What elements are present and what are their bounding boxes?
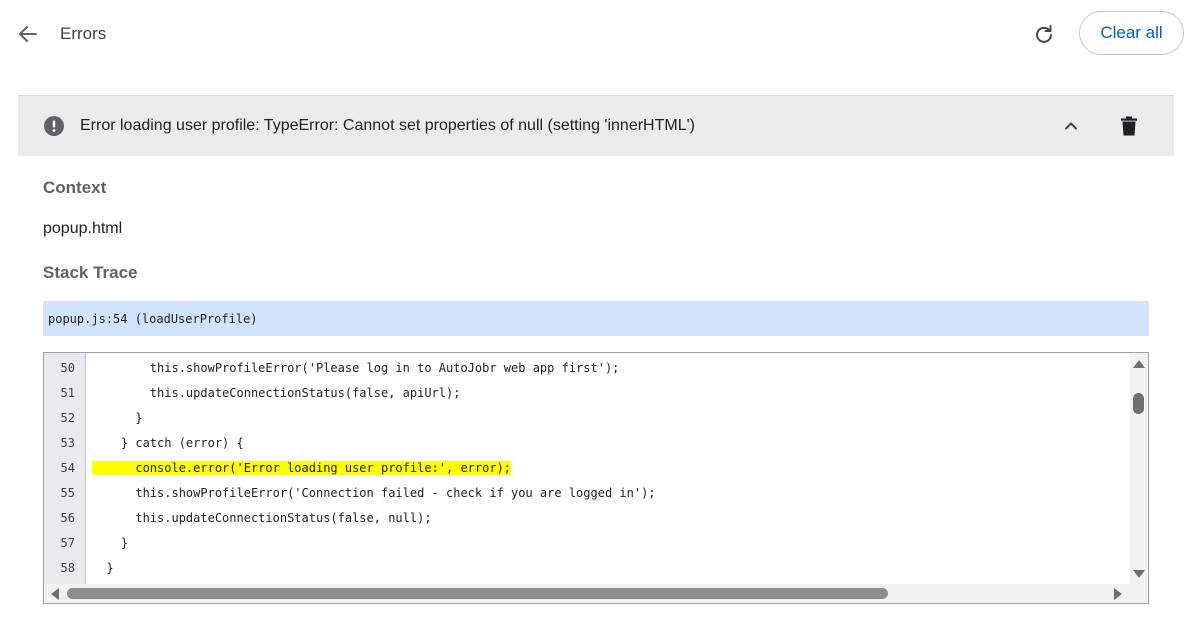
code-line: } catch (error) { xyxy=(92,436,244,450)
line-number: 57 xyxy=(60,536,75,550)
line-number: 53 xyxy=(60,436,75,450)
line-number: 51 xyxy=(60,386,75,400)
error-icon xyxy=(44,116,64,136)
scroll-right-icon[interactable] xyxy=(1114,588,1122,600)
code-line: } xyxy=(92,536,129,550)
back-button[interactable] xyxy=(14,20,42,48)
line-number: 50 xyxy=(60,361,75,375)
chevron-up-icon xyxy=(1065,122,1077,130)
line-number: 52 xyxy=(60,411,75,425)
line-number: 56 xyxy=(60,511,75,525)
code-line: this.showProfileError('Connection failed… xyxy=(92,486,656,500)
vertical-scrollbar[interactable] xyxy=(1130,353,1148,584)
arrow-back-icon xyxy=(19,26,37,42)
line-number: 58 xyxy=(60,561,75,575)
page-title: Errors xyxy=(60,24,107,43)
code-line: } xyxy=(92,411,143,425)
scroll-left-icon[interactable] xyxy=(51,588,59,600)
horizontal-scrollbar[interactable] xyxy=(44,584,1148,603)
code-line: } xyxy=(92,561,114,575)
scroll-down-icon[interactable] xyxy=(1133,570,1145,578)
code-line: this.showProfileError('Please log in to … xyxy=(92,361,620,375)
top-bar: Errors Clear all xyxy=(0,0,1192,68)
line-number: 55 xyxy=(60,486,75,500)
refresh-icon xyxy=(1036,25,1052,43)
clear-all-button[interactable]: Clear all xyxy=(1079,11,1184,55)
reload-button[interactable] xyxy=(1029,19,1059,49)
code-line: this.updateConnectionStatus(false, apiUr… xyxy=(92,386,461,400)
code-line: this.updateConnectionStatus(false, null)… xyxy=(92,511,432,525)
context-value: popup.html xyxy=(43,220,123,237)
line-number: 54 xyxy=(60,461,75,475)
collapse-button[interactable] xyxy=(1059,114,1083,138)
trash-icon xyxy=(1121,116,1137,136)
stack-frame-item[interactable]: popup.js:54 (loadUserProfile) xyxy=(43,301,1149,336)
vertical-scroll-thumb[interactable] xyxy=(1133,393,1144,414)
error-message: Error loading user profile: TypeError: C… xyxy=(80,117,695,134)
code-viewer[interactable]: 50 51 52 53 54 55 56 57 58 this.showProfileError… xyxy=(43,352,1149,604)
horizontal-scroll-thumb[interactable] xyxy=(67,588,888,599)
delete-error-button[interactable] xyxy=(1117,113,1141,139)
scroll-up-icon[interactable] xyxy=(1133,360,1145,368)
scrollbar-corner xyxy=(1130,584,1148,603)
context-heading: Context xyxy=(43,178,107,197)
error-entry-header[interactable]: Error loading user profile: TypeError: C… xyxy=(18,95,1174,156)
highlighted-code-line: console.error('Error loading user profil… xyxy=(92,461,512,475)
stack-trace-heading: Stack Trace xyxy=(43,263,138,282)
